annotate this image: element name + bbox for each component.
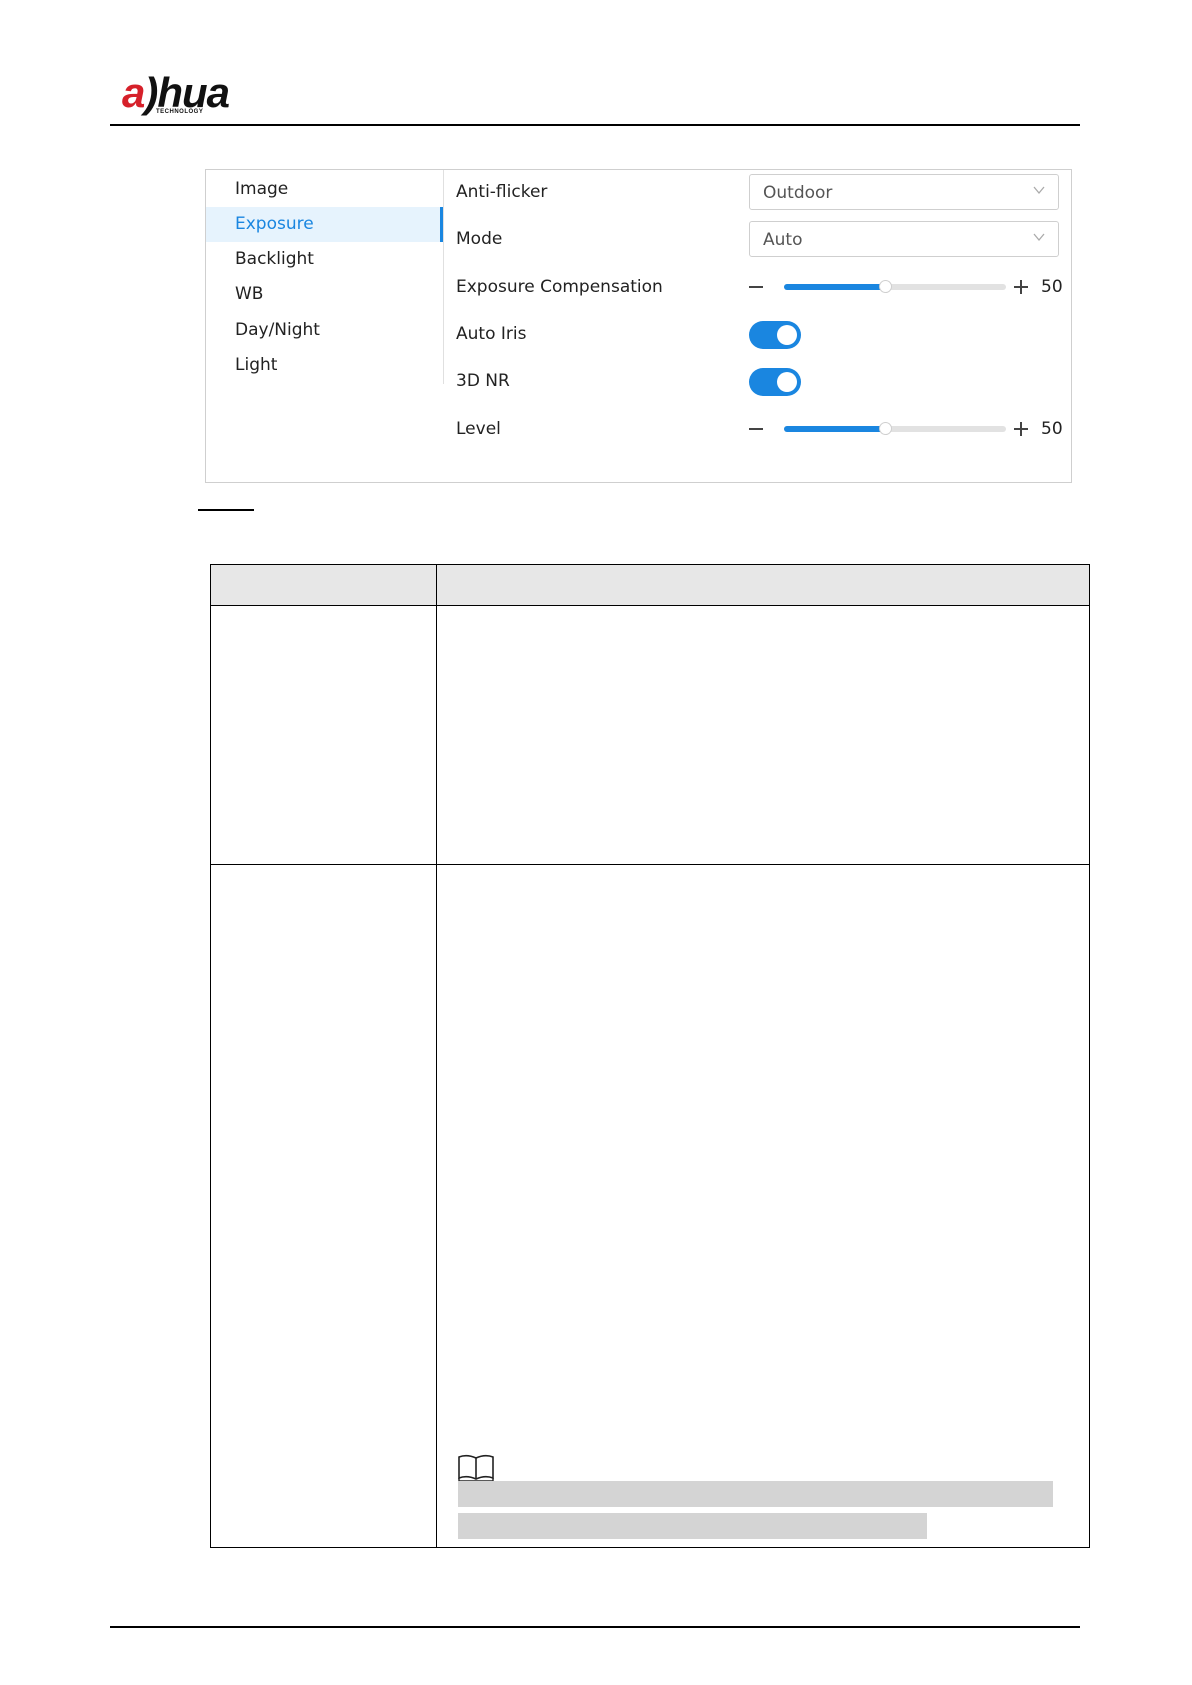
- 3d-nr-label: 3D NR: [456, 371, 510, 391]
- logo-wordmark: a)hua: [122, 69, 230, 116]
- nav-item-light[interactable]: Light: [206, 348, 443, 383]
- slider-fill: [784, 284, 887, 290]
- auto-iris-toggle[interactable]: [749, 321, 801, 349]
- slider-track[interactable]: [784, 280, 1006, 293]
- mode-select[interactable]: Auto: [749, 221, 1059, 257]
- plus-icon[interactable]: [1013, 277, 1029, 297]
- level-value: 50: [1041, 419, 1063, 439]
- mode-value: Auto: [763, 230, 803, 250]
- 3d-nr-toggle[interactable]: [749, 368, 801, 396]
- slider-handle[interactable]: [879, 280, 893, 293]
- level-label: Level: [456, 419, 501, 439]
- nav-item-exposure[interactable]: Exposure: [206, 207, 443, 242]
- exposure-compensation-slider: 50: [749, 275, 1064, 299]
- minus-icon[interactable]: [749, 428, 763, 430]
- settings-nav: Image Exposure Backlight WB Day/Night Li…: [206, 170, 443, 482]
- header-rule: [110, 124, 1080, 126]
- table-header-row: [211, 565, 1089, 606]
- exposure-compensation-value: 50: [1041, 277, 1063, 297]
- figure-caption-rule: [198, 509, 254, 511]
- toggle-knob: [777, 325, 797, 345]
- chevron-down-icon: [1033, 186, 1045, 195]
- note-text-line: [458, 1513, 927, 1539]
- nav-item-backlight[interactable]: Backlight: [206, 242, 443, 277]
- anti-flicker-select[interactable]: Outdoor: [749, 174, 1059, 210]
- anti-flicker-label: Anti-flicker: [456, 182, 548, 202]
- mode-label: Mode: [456, 229, 503, 249]
- table-row-divider: [211, 864, 1089, 865]
- slider-handle[interactable]: [879, 422, 893, 435]
- footer-rule: [110, 1626, 1080, 1628]
- level-slider: 50: [749, 417, 1064, 441]
- plus-icon[interactable]: [1013, 419, 1029, 439]
- slider-track[interactable]: [784, 422, 1006, 435]
- nav-item-day-night[interactable]: Day/Night: [206, 313, 443, 348]
- chevron-down-icon: [1033, 233, 1045, 242]
- note-text-line: [458, 1481, 1053, 1507]
- slider-fill: [784, 426, 887, 432]
- parameter-table: [210, 564, 1090, 1548]
- table-column-divider: [436, 565, 437, 1547]
- auto-iris-label: Auto Iris: [456, 324, 527, 344]
- exposure-compensation-label: Exposure Compensation: [456, 277, 663, 297]
- logo-subtext: TECHNOLOGY: [156, 109, 204, 115]
- dahua-logo: a)hua TECHNOLOGY: [122, 72, 262, 118]
- book-icon: [458, 1454, 494, 1482]
- toggle-knob: [777, 372, 797, 392]
- anti-flicker-value: Outdoor: [763, 183, 833, 203]
- nav-divider: [443, 170, 444, 384]
- exposure-settings-panel: Image Exposure Backlight WB Day/Night Li…: [205, 169, 1072, 483]
- minus-icon[interactable]: [749, 286, 763, 288]
- nav-item-wb[interactable]: WB: [206, 277, 443, 312]
- nav-item-image[interactable]: Image: [206, 172, 443, 207]
